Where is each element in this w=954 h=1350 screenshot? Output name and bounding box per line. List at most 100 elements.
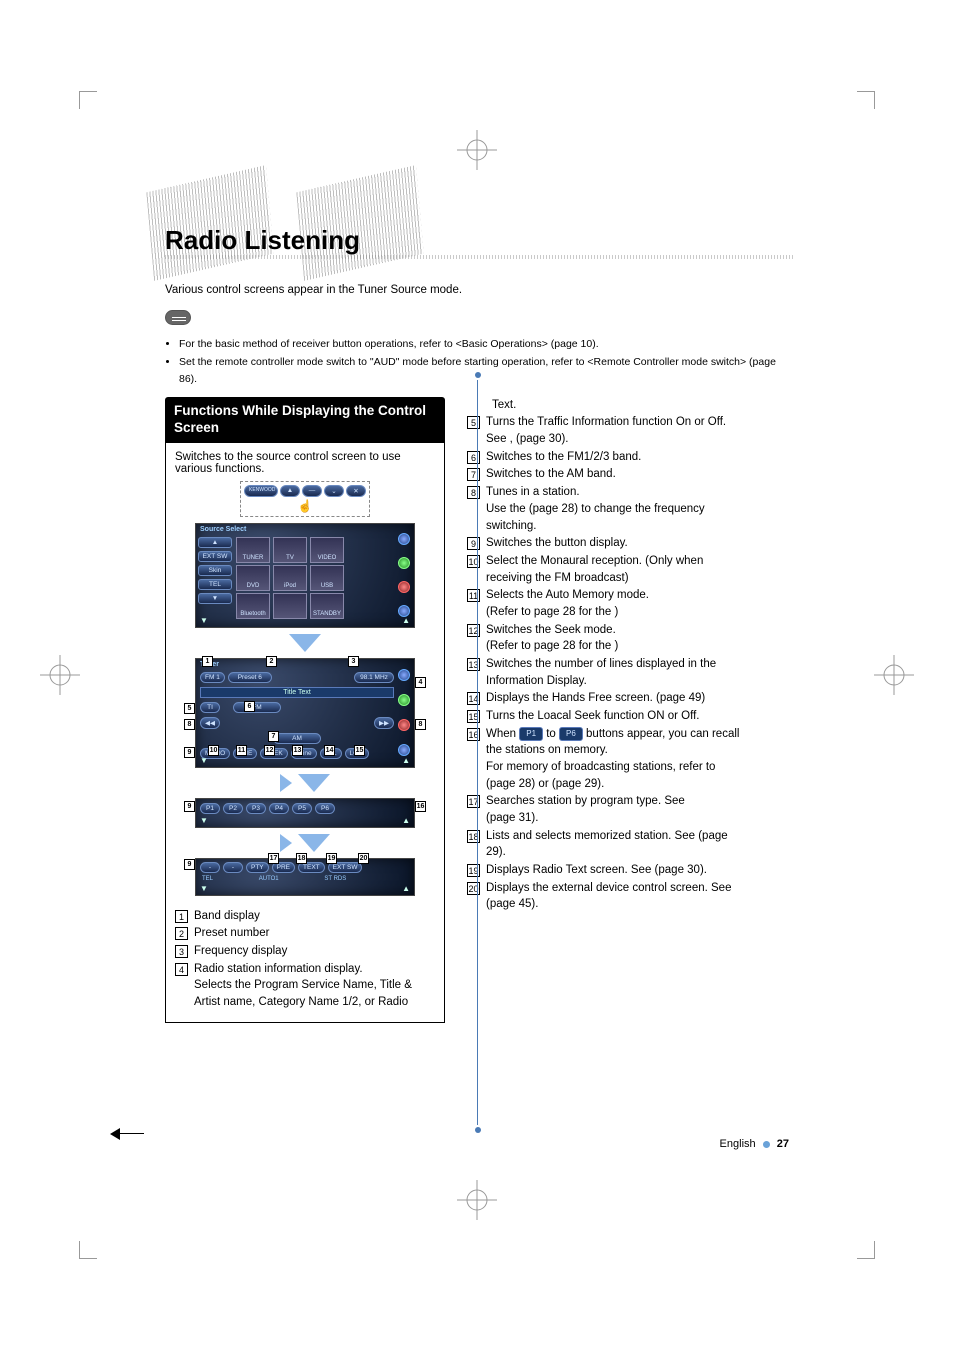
callout-17: 17 bbox=[268, 853, 279, 864]
arrow-row bbox=[175, 834, 435, 852]
title-text-bar: Title Text bbox=[200, 687, 394, 698]
callout-11: 11 bbox=[236, 745, 247, 756]
legend-number: 19 bbox=[467, 864, 480, 877]
kenwood-label: KENWOOD bbox=[244, 485, 278, 497]
callout-8: 8 bbox=[184, 719, 195, 730]
legend-number: 18 bbox=[467, 830, 480, 843]
screenshot-tuner: Tuner FM 1 Preset 6 98.1 MHz Title Text … bbox=[195, 658, 415, 768]
crop-mark bbox=[79, 91, 97, 109]
legend-text: Tunes in a station.Use the (page 28) to … bbox=[486, 484, 747, 534]
preset-button: P4 bbox=[269, 803, 289, 814]
arrow-row bbox=[175, 774, 435, 792]
legend-number: 11 bbox=[467, 589, 480, 602]
nav-left-icon: ▼ bbox=[200, 756, 208, 765]
extra-button: PTY bbox=[246, 862, 269, 873]
cut-line bbox=[116, 1133, 144, 1134]
legend-number: 17 bbox=[467, 795, 480, 808]
legend-number: 14 bbox=[467, 692, 480, 705]
next-button: ▶▶ bbox=[374, 717, 394, 729]
callout-5: 5 bbox=[184, 703, 195, 714]
callout-9c: 9 bbox=[184, 859, 195, 870]
legend-number: 8 bbox=[467, 486, 480, 499]
fm-button: FM bbox=[233, 702, 281, 713]
legend-number: 20 bbox=[467, 882, 480, 895]
crop-mark bbox=[857, 1241, 875, 1259]
legend-number: 7 bbox=[467, 468, 480, 481]
legend-text: Lists and selects memorized station. See… bbox=[486, 828, 747, 861]
intro-text: Various control screens appear in the Tu… bbox=[165, 284, 795, 296]
skin-button: Skin bbox=[198, 565, 232, 576]
callout-4: 4 bbox=[415, 677, 426, 688]
callout-16: 16 bbox=[415, 801, 426, 812]
side-icon bbox=[398, 694, 410, 706]
nav-left-icon: ▼ bbox=[200, 884, 208, 893]
callout-18: 18 bbox=[296, 853, 307, 864]
legend-number: 15 bbox=[467, 710, 480, 723]
legend-text: Switches to the AM band. bbox=[486, 466, 747, 483]
device-button: — bbox=[302, 485, 322, 497]
source-tile: iPod bbox=[273, 565, 307, 591]
prev-button: ◀◀ bbox=[200, 717, 220, 729]
callout-13: 13 bbox=[292, 745, 303, 756]
nav-right-icon: ▲ bbox=[402, 816, 410, 825]
tel-button: TEL bbox=[198, 579, 232, 590]
device-button: ⌄ bbox=[324, 485, 344, 497]
source-tile: TV bbox=[273, 537, 307, 563]
extra-button: - bbox=[200, 862, 220, 873]
legend-text: Switches the Seek mode.(Refer to page 28… bbox=[486, 622, 747, 655]
source-tile: DVD bbox=[236, 565, 270, 591]
callout-14: 14 bbox=[324, 745, 335, 756]
side-icon bbox=[398, 719, 410, 731]
callout-10: 10 bbox=[208, 745, 219, 756]
status-strds: ST RDS bbox=[324, 876, 346, 882]
screenshot-presets: P1 P2 P3 P4 P5 P6 ▼ ▲ 9 16 bbox=[195, 798, 415, 828]
callout-9b: 9 bbox=[184, 801, 195, 812]
extsw-button: EXT SW bbox=[198, 551, 232, 562]
cut-arrow-icon bbox=[110, 1128, 120, 1140]
registration-mark-icon bbox=[874, 655, 914, 695]
nav-left-icon: ▼ bbox=[200, 816, 208, 825]
legend-number: 16 bbox=[467, 728, 480, 741]
side-icon bbox=[398, 581, 410, 593]
legend-text: Frequency display bbox=[194, 943, 435, 960]
source-select-title: Source Select bbox=[196, 524, 398, 535]
nav-right-icon: ▲ bbox=[402, 884, 410, 893]
preset-badge: Preset 6 bbox=[228, 672, 272, 683]
source-tile bbox=[273, 593, 307, 619]
nav-right-icon: ▲ bbox=[402, 756, 410, 765]
preset-button: P2 bbox=[223, 803, 243, 814]
preset-button: P6 bbox=[315, 803, 335, 814]
side-icon bbox=[398, 744, 410, 756]
legend-number: 3 bbox=[175, 945, 188, 958]
legend-text: Preset number bbox=[194, 925, 435, 942]
legend-number: 5 bbox=[467, 416, 480, 429]
section-subtitle: Switches to the source control screen to… bbox=[175, 451, 435, 475]
registration-mark-icon bbox=[457, 130, 497, 170]
preset-button: P1 bbox=[200, 803, 220, 814]
column-divider bbox=[477, 380, 478, 1125]
status-tel: TEL bbox=[202, 876, 213, 882]
legend-text: Displays Radio Text screen. See (page 30… bbox=[486, 862, 747, 879]
legend-text: Text. bbox=[492, 397, 747, 414]
callout-9: 9 bbox=[184, 747, 195, 758]
preset-button: P5 bbox=[292, 803, 312, 814]
callout-19: 19 bbox=[326, 853, 337, 864]
side-icon bbox=[398, 557, 410, 569]
note-item: For the basic method of receiver button … bbox=[179, 336, 795, 352]
legend-text: Turns the Traffic Information function O… bbox=[486, 414, 747, 447]
crop-mark bbox=[79, 1241, 97, 1259]
callout-3: 3 bbox=[348, 656, 359, 667]
callout-7: 7 bbox=[268, 731, 279, 742]
up-button: ▲ bbox=[198, 537, 232, 548]
callout-1: 1 bbox=[202, 656, 213, 667]
footer-dot-icon bbox=[763, 1141, 770, 1148]
legend-number: 9 bbox=[467, 537, 480, 550]
legend-text: Displays the external device control scr… bbox=[486, 880, 747, 913]
device-button: ✕ bbox=[346, 485, 366, 497]
source-tile: USB bbox=[310, 565, 344, 591]
legend-number: 4 bbox=[175, 963, 188, 976]
legend-text: Switches the number of lines displayed i… bbox=[486, 656, 747, 689]
legend-text: Select the Monaural reception. (Only whe… bbox=[486, 553, 747, 586]
legend-text: When P1 to P6 buttons appear, you can re… bbox=[486, 726, 747, 793]
am-button: AM bbox=[273, 733, 321, 744]
